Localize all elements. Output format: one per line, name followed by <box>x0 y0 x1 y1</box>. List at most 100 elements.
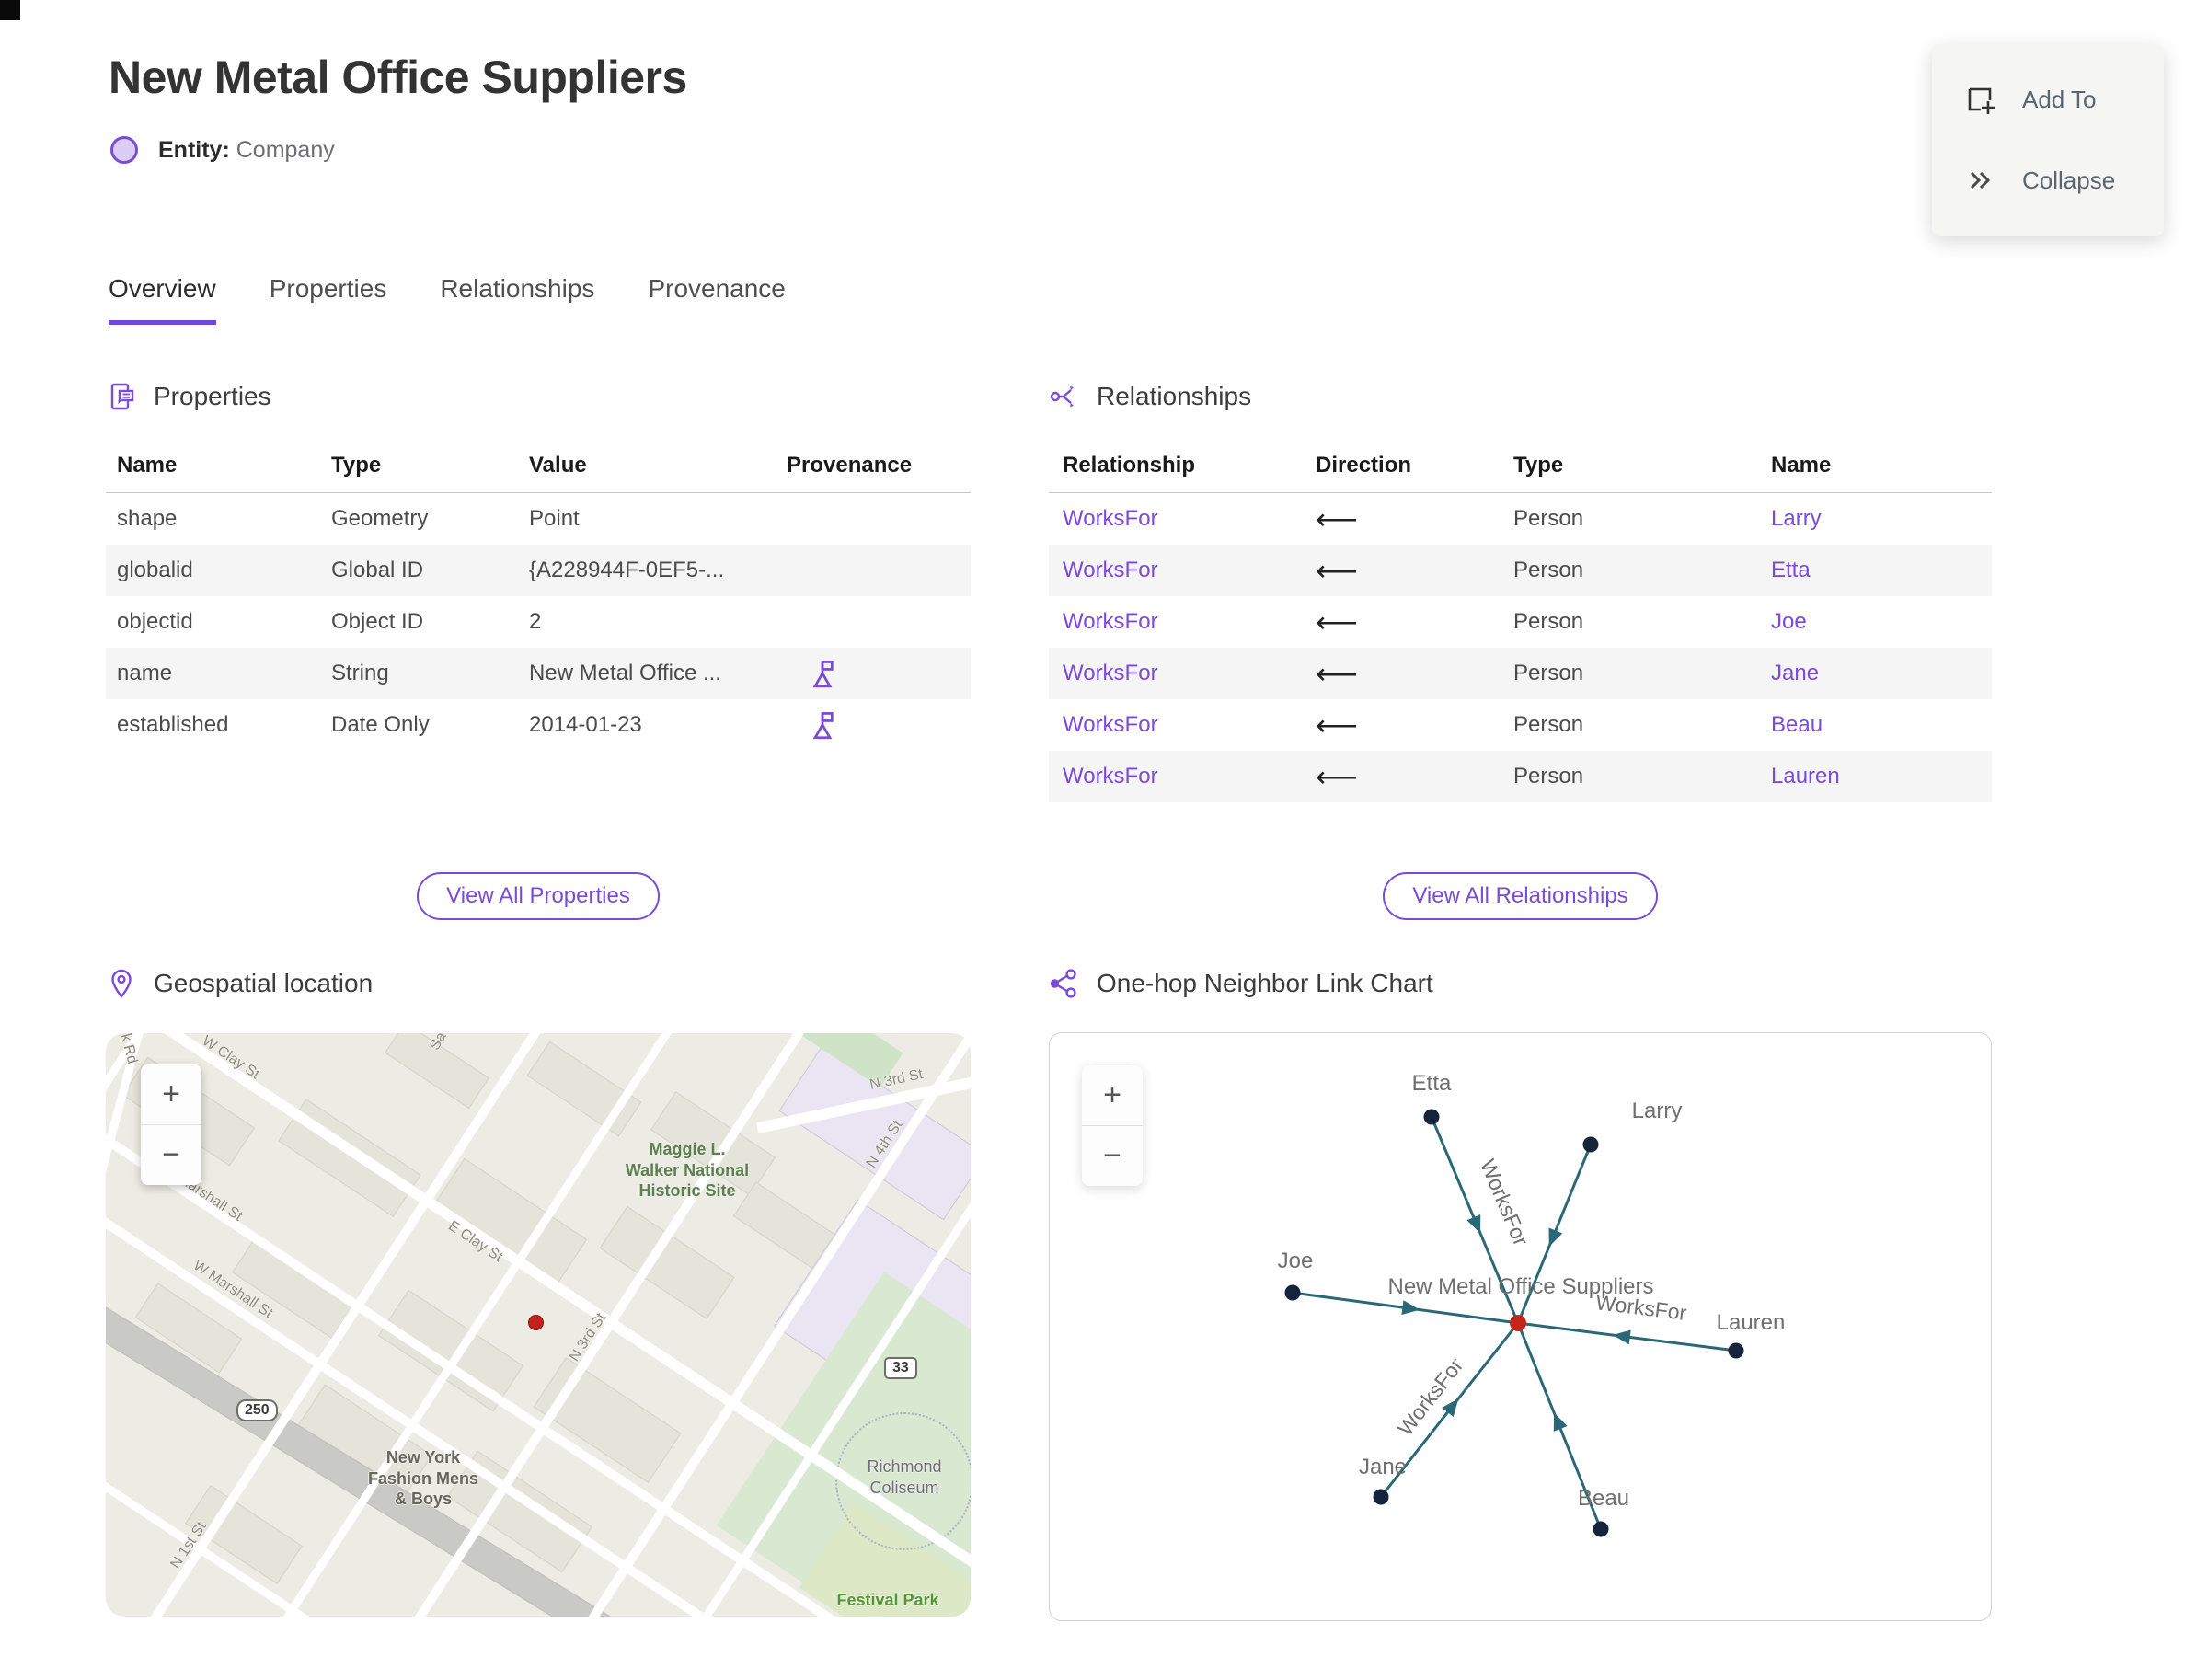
add-to-button[interactable]: Add To <box>1932 59 2164 140</box>
provenance-flag-icon[interactable] <box>810 659 835 693</box>
relationships-icon <box>1050 386 1074 407</box>
entity-row: Entity: Company <box>110 136 335 164</box>
property-name: objectid <box>117 609 193 634</box>
node-label: Beau <box>1578 1486 1629 1511</box>
person-node[interactable] <box>1593 1521 1609 1537</box>
relationship-row: WorksFor ⟵ Person Etta <box>1049 545 1992 596</box>
add-to-icon <box>1968 87 1995 114</box>
property-value: Point <box>529 506 580 531</box>
relationship-link[interactable]: WorksFor <box>1063 648 1158 699</box>
highway-shield-250: 250 <box>236 1399 278 1421</box>
poi-line: Coliseum <box>869 1478 939 1497</box>
map-zoom-control: + − <box>141 1064 201 1185</box>
poi-line: Historic Site <box>638 1181 736 1200</box>
person-node[interactable] <box>1423 1109 1440 1125</box>
property-row: globalid Global ID {A228944F-0EF5-... <box>106 545 971 596</box>
tab-provenance[interactable]: Provenance <box>648 274 785 325</box>
chart-zoom-control: + − <box>1082 1065 1143 1186</box>
geospatial-section-header: Geospatial location <box>106 968 373 999</box>
entity-name-link[interactable]: Jane <box>1771 648 1819 699</box>
direction-arrow: ⟵ <box>1316 657 1358 690</box>
highway-shield-33: 33 <box>884 1357 917 1379</box>
node-label: Lauren <box>1717 1310 1786 1335</box>
relationship-row: WorksFor ⟵ Person Joe <box>1049 596 1992 648</box>
edge-label: WorksFor <box>1476 1156 1534 1249</box>
collapse-button[interactable]: Collapse <box>1932 140 2164 221</box>
poi-new-york-fashion: New York Fashion Mens & Boys <box>340 1447 506 1510</box>
property-type: Object ID <box>331 609 424 634</box>
chart-zoom-out-button[interactable]: − <box>1082 1126 1143 1186</box>
chart-zoom-in-button[interactable]: + <box>1082 1065 1143 1125</box>
poi-line: Fashion Mens <box>367 1468 478 1488</box>
person-node[interactable] <box>1728 1342 1744 1359</box>
relationship-link[interactable]: WorksFor <box>1063 596 1158 648</box>
property-name: globalid <box>117 558 193 582</box>
col-header-relationship: Relationship <box>1063 453 1196 478</box>
person-node[interactable] <box>1284 1284 1301 1301</box>
center-entity-node[interactable] <box>1510 1315 1526 1331</box>
node-label: Etta <box>1412 1071 1452 1096</box>
entity-location-marker[interactable] <box>528 1315 544 1330</box>
direction-arrow: ⟵ <box>1316 760 1358 793</box>
relationship-link[interactable]: WorksFor <box>1063 699 1158 751</box>
property-row: shape Geometry Point <box>106 493 971 545</box>
view-all-properties-button[interactable]: View All Properties <box>417 872 660 920</box>
entity-name-link[interactable]: Joe <box>1771 596 1807 648</box>
property-type: Global ID <box>331 558 424 582</box>
map-zoom-in-button[interactable]: + <box>141 1064 201 1124</box>
map-zoom-out-button[interactable]: − <box>141 1125 201 1185</box>
tab-bar: Overview Properties Relationships Proven… <box>109 274 839 325</box>
view-all-relationships-wrap: View All Relationships <box>1049 872 1992 920</box>
entity-name-link[interactable]: Lauren <box>1771 751 1840 802</box>
property-name: established <box>117 712 229 737</box>
person-node[interactable] <box>1373 1489 1389 1505</box>
link-chart-section-title: One-hop Neighbor Link Chart <box>1097 969 1433 997</box>
view-all-properties-wrap: View All Properties <box>106 872 971 920</box>
properties-section-header: Properties <box>106 381 271 412</box>
relationship-type: Person <box>1513 506 1584 531</box>
map-building <box>377 1289 524 1412</box>
poi-maggie-walker: Maggie L. Walker National Historic Site <box>604 1139 770 1202</box>
relationship-type: Person <box>1513 764 1584 788</box>
tab-properties[interactable]: Properties <box>270 274 387 325</box>
relationship-link[interactable]: WorksFor <box>1063 751 1158 802</box>
entity-name-link[interactable]: Larry <box>1771 493 1822 545</box>
view-all-relationships-button[interactable]: View All Relationships <box>1383 872 1658 920</box>
add-to-label: Add To <box>2022 85 2097 113</box>
relationship-link[interactable]: WorksFor <box>1063 545 1158 596</box>
property-row: name String New Metal Office ... <box>106 648 971 699</box>
center-node-label: New Metal Office Suppliers <box>1387 1274 1653 1299</box>
property-name: shape <box>117 506 178 531</box>
poi-line: & Boys <box>394 1490 452 1508</box>
entity-type-value: Company <box>236 136 335 163</box>
provenance-flag-icon[interactable] <box>810 710 835 744</box>
direction-arrow: ⟵ <box>1316 502 1358 535</box>
tab-overview[interactable]: Overview <box>109 274 216 325</box>
col-header-direction: Direction <box>1316 453 1412 478</box>
poi-festival-park: Festival Park <box>836 1591 939 1609</box>
link-chart-icon <box>1050 969 1076 998</box>
property-name: name <box>117 661 173 685</box>
property-type: String <box>331 661 389 685</box>
col-header-name: Name <box>1771 453 1832 478</box>
property-type: Geometry <box>331 506 429 531</box>
entity-name-link[interactable]: Beau <box>1771 699 1823 751</box>
col-header-value: Value <box>529 453 587 478</box>
link-chart-canvas[interactable]: WorksFor WorksFor WorksFor Etta Larry Joe Laur… <box>1049 1032 1992 1621</box>
tab-relationships[interactable]: Relationships <box>440 274 594 325</box>
entity-label: Entity: <box>158 136 230 163</box>
relationship-type: Person <box>1513 558 1584 582</box>
person-node[interactable] <box>1582 1136 1599 1153</box>
col-header-type: Type <box>331 453 382 478</box>
edge-arrowhead <box>1612 1329 1631 1345</box>
relationship-row: WorksFor ⟵ Person Jane <box>1049 648 1992 699</box>
node-label: Larry <box>1632 1099 1683 1123</box>
node-label: Joe <box>1278 1248 1314 1273</box>
relationship-link[interactable]: WorksFor <box>1063 493 1158 545</box>
map-canvas[interactable]: k Rd W Clay St Sa Marshall St W Marshall… <box>106 1033 971 1617</box>
property-row: established Date Only 2014-01-23 <box>106 699 971 751</box>
node-label: Jane <box>1359 1455 1407 1479</box>
edge-arrowhead <box>1401 1300 1420 1315</box>
edge-arrowhead <box>1442 1398 1459 1417</box>
entity-name-link[interactable]: Etta <box>1771 545 1811 596</box>
